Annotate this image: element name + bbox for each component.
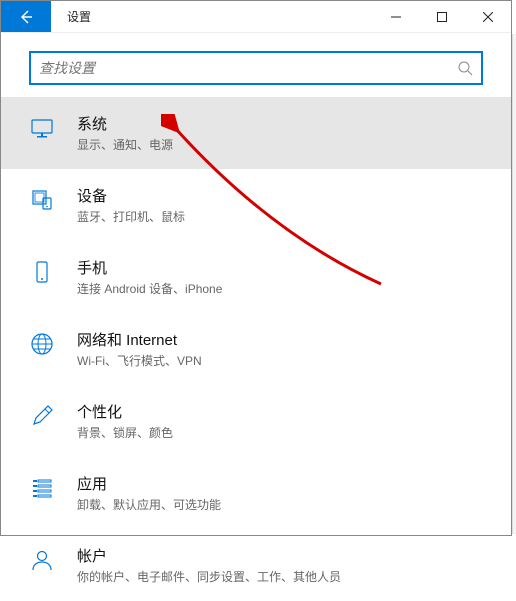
maximize-icon: [437, 12, 447, 22]
search-icon: [457, 60, 473, 76]
maximize-button[interactable]: [419, 1, 465, 32]
window-title: 设置: [51, 1, 373, 32]
item-accounts[interactable]: 帐户 你的帐户、电子邮件、同步设置、工作、其他人员: [1, 529, 511, 601]
item-sub: 蓝牙、打印机、鼠标: [77, 208, 483, 225]
close-icon: [483, 12, 493, 22]
item-sub: 背景、锁屏、颜色: [77, 424, 483, 441]
item-text: 应用 卸载、默认应用、可选功能: [77, 473, 483, 513]
item-text: 网络和 Internet Wi-Fi、飞行模式、VPN: [77, 329, 483, 369]
item-title: 应用: [77, 473, 483, 494]
item-title: 设备: [77, 185, 483, 206]
titlebar: 设置: [1, 1, 511, 33]
item-sub: 连接 Android 设备、iPhone: [77, 280, 483, 297]
item-text: 设备 蓝牙、打印机、鼠标: [77, 185, 483, 225]
item-text: 帐户 你的帐户、电子邮件、同步设置、工作、其他人员: [77, 545, 483, 585]
item-title: 手机: [77, 257, 483, 278]
category-list: 系统 显示、通知、电源 设备 蓝牙、打印机、鼠标 手机 连接 Android 设…: [1, 97, 511, 601]
search-input[interactable]: [39, 60, 457, 76]
item-title: 系统: [77, 113, 483, 134]
personalization-icon: [29, 403, 55, 429]
close-button[interactable]: [465, 1, 511, 32]
settings-window: 设置 系统: [0, 0, 512, 536]
right-edge: [512, 34, 516, 534]
phone-icon: [29, 259, 55, 285]
network-icon: [29, 331, 55, 357]
search-box[interactable]: [29, 51, 483, 85]
accounts-icon: [29, 547, 55, 573]
item-sub: 显示、通知、电源: [77, 136, 483, 153]
item-sub: 你的帐户、电子邮件、同步设置、工作、其他人员: [77, 568, 483, 585]
item-devices[interactable]: 设备 蓝牙、打印机、鼠标: [1, 169, 511, 241]
item-sub: Wi-Fi、飞行模式、VPN: [77, 352, 483, 369]
item-system[interactable]: 系统 显示、通知、电源: [1, 97, 511, 169]
item-title: 网络和 Internet: [77, 329, 483, 350]
item-text: 手机 连接 Android 设备、iPhone: [77, 257, 483, 297]
item-text: 系统 显示、通知、电源: [77, 113, 483, 153]
item-apps[interactable]: 应用 卸载、默认应用、可选功能: [1, 457, 511, 529]
minimize-icon: [391, 12, 401, 22]
item-network[interactable]: 网络和 Internet Wi-Fi、飞行模式、VPN: [1, 313, 511, 385]
item-text: 个性化 背景、锁屏、颜色: [77, 401, 483, 441]
item-sub: 卸载、默认应用、可选功能: [77, 496, 483, 513]
apps-icon: [29, 475, 55, 501]
devices-icon: [29, 187, 55, 213]
search-area: [1, 33, 511, 97]
minimize-button[interactable]: [373, 1, 419, 32]
item-title: 帐户: [77, 545, 483, 566]
item-title: 个性化: [77, 401, 483, 422]
window-controls: [373, 1, 511, 32]
item-phone[interactable]: 手机 连接 Android 设备、iPhone: [1, 241, 511, 313]
back-button[interactable]: [1, 1, 51, 32]
back-arrow-icon: [18, 9, 34, 25]
system-icon: [29, 115, 55, 141]
item-personalization[interactable]: 个性化 背景、锁屏、颜色: [1, 385, 511, 457]
